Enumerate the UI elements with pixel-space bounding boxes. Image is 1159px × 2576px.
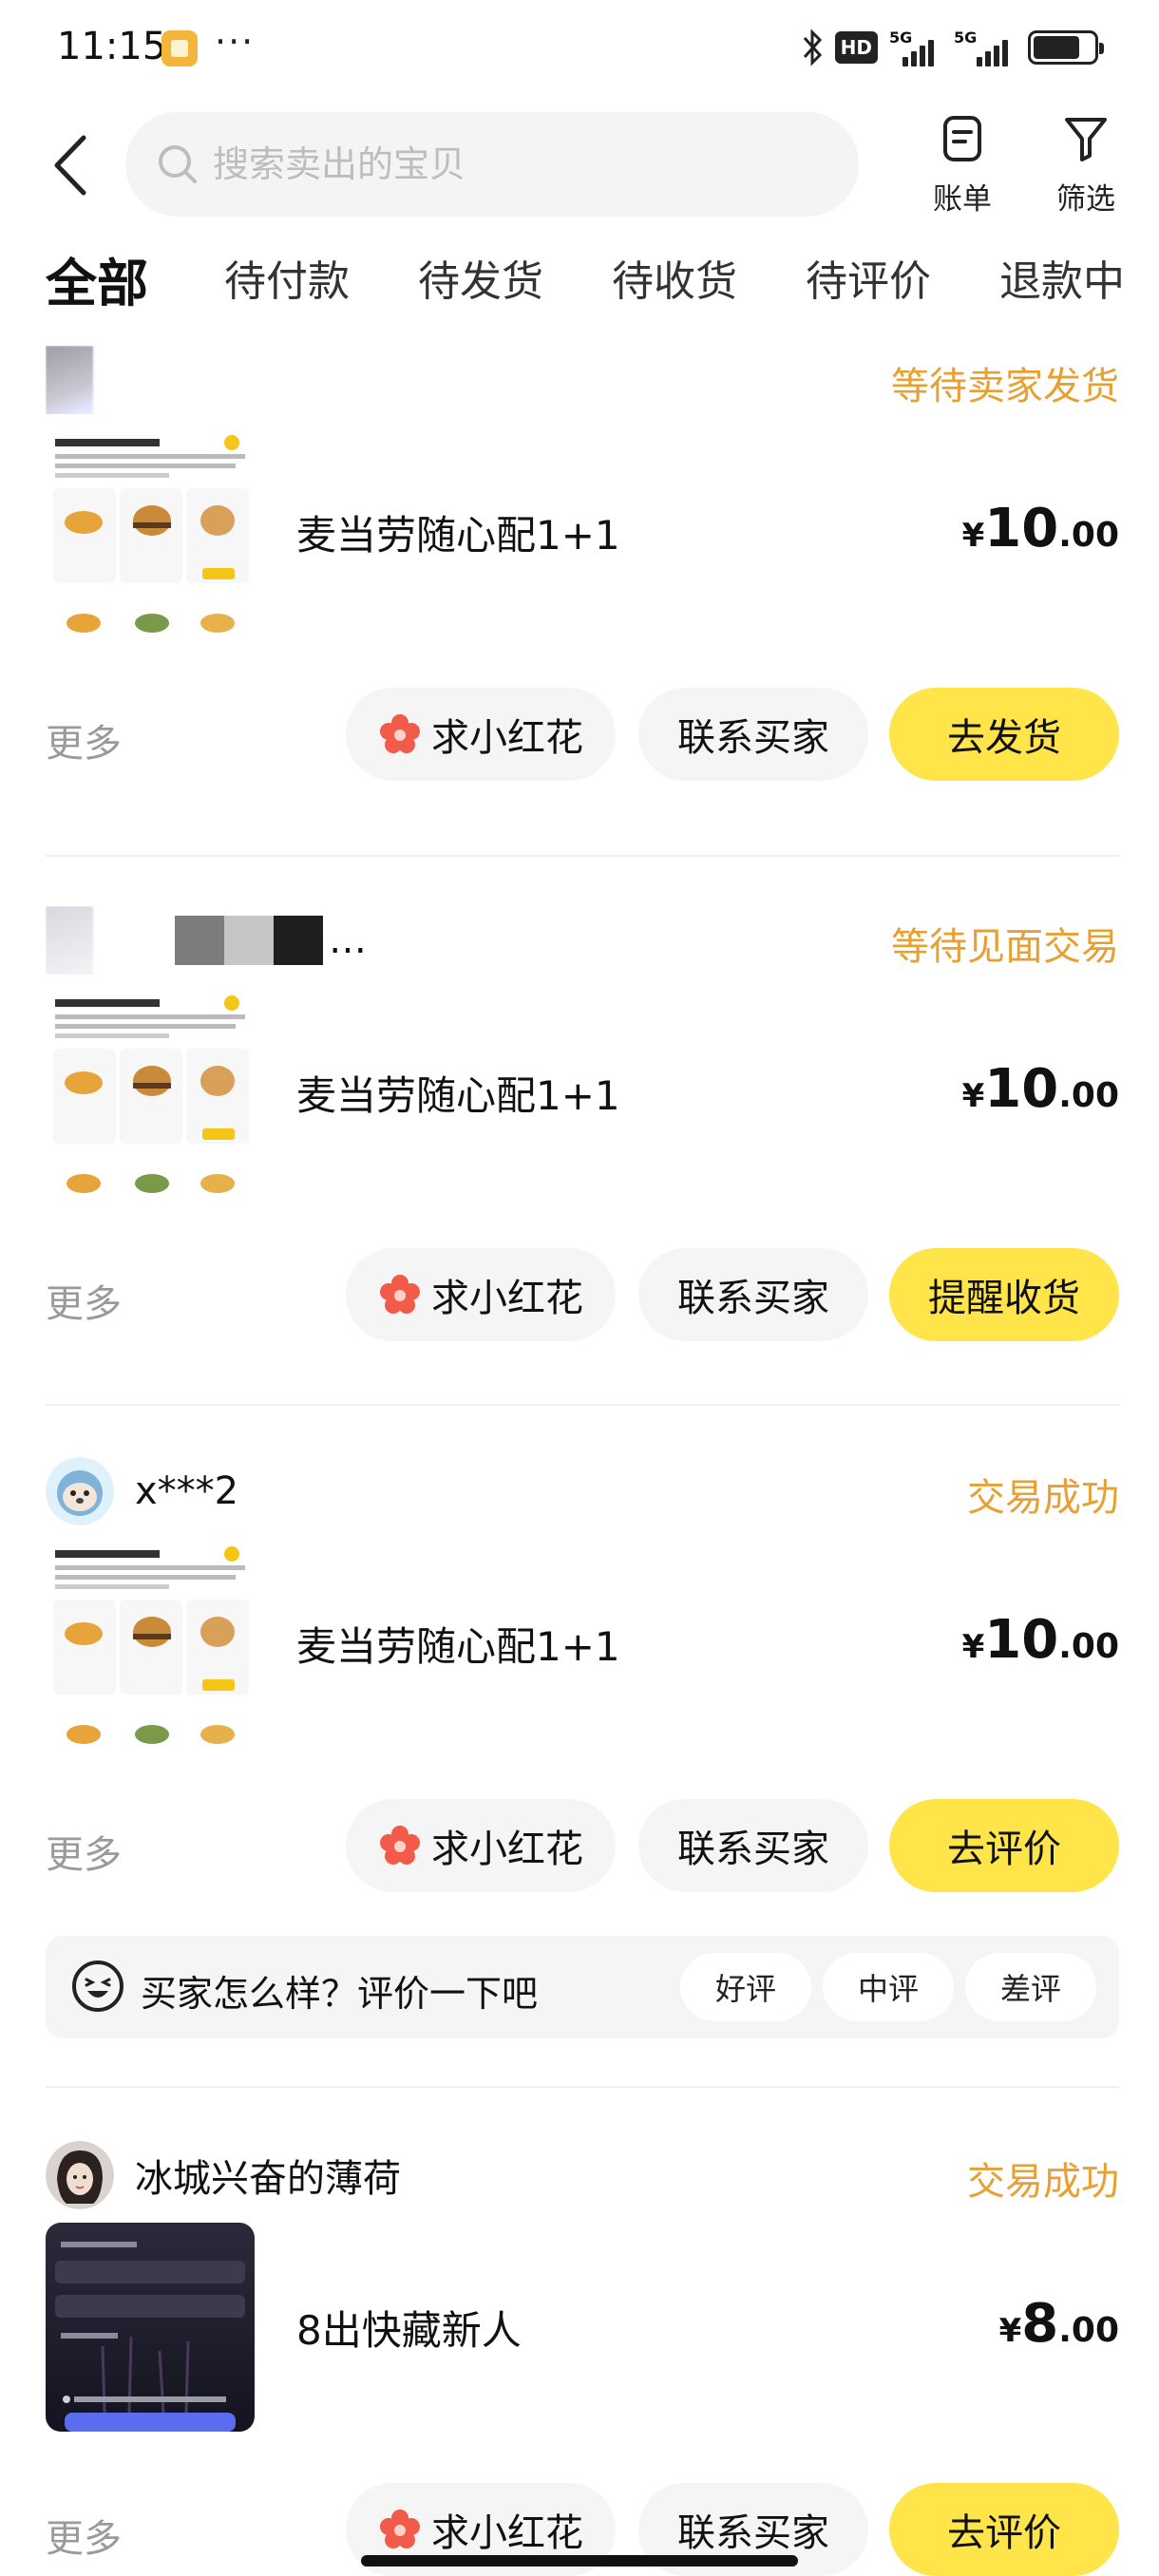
- order-item[interactable]: 8出快藏新人 ¥8.00: [46, 2213, 1119, 2441]
- product-title: 麦当劳随心配1+1: [296, 511, 620, 559]
- order-card: … 等待见面交易 麦当劳随心配1+1 ¥10.00 更多 求小红花 联系买家 提…: [46, 902, 1119, 1343]
- product-thumbnail: [46, 2223, 255, 2432]
- search-input[interactable]: [213, 143, 821, 185]
- search-box[interactable]: [125, 112, 859, 217]
- filter-label: 筛选: [1056, 182, 1115, 217]
- order-item[interactable]: 麦当劳随心配1+1 ¥10.00: [46, 978, 1119, 1206]
- ask-flower-button[interactable]: 求小红花: [346, 688, 616, 781]
- divider: [46, 2086, 1119, 2088]
- ask-flower-button[interactable]: 求小红花: [346, 1799, 616, 1892]
- hd-voice-icon: HD: [834, 31, 878, 64]
- contact-buyer-button[interactable]: 联系买家: [638, 1799, 868, 1892]
- tab-to-review[interactable]: 待评价: [806, 247, 931, 308]
- flower-icon: [380, 2510, 420, 2548]
- bluetooth-icon: [803, 28, 822, 66]
- more-button[interactable]: 更多: [46, 712, 122, 767]
- product-thumbnail: [46, 1539, 255, 1748]
- bill-button[interactable]: 账单: [910, 108, 1015, 222]
- ship-button[interactable]: 去发货: [889, 688, 1119, 781]
- buyer-name-mosaic: [175, 916, 323, 965]
- more-button[interactable]: 更多: [46, 1273, 122, 1328]
- avatar[interactable]: [46, 2141, 114, 2209]
- order-item[interactable]: 麦当劳随心配1+1 ¥10.00: [46, 1529, 1119, 1757]
- notification-app-icon: [162, 30, 198, 66]
- avatar[interactable]: [46, 346, 114, 414]
- order-card: 等待卖家发货 麦当劳随心配1+1 ¥10.00 更多 求小红花 联系买家 去发货: [46, 342, 1119, 783]
- status-tabs: 全部 待付款 待发货 待收货 待评价 退款中: [0, 232, 1159, 327]
- flower-icon: [380, 1275, 420, 1314]
- laughing-face-icon: [72, 1960, 124, 2012]
- product-price: ¥8.00: [998, 2293, 1119, 2355]
- order-card: 冰城兴奋的薄荷 交易成功 8出快藏新人 ¥8.00 更多 求小红花 联系买家 去…: [46, 2137, 1119, 2576]
- product-title: 麦当劳随心配1+1: [296, 1622, 620, 1670]
- more-notifications-icon: ···: [215, 21, 256, 63]
- review-prompt-bar: 买家怎么样？评价一下吧 好评 中评 差评: [46, 1936, 1119, 2038]
- buyer-name: x***2: [135, 1469, 239, 1513]
- signal-icon-2: 5G: [954, 28, 1016, 66]
- divider: [46, 1404, 1119, 1406]
- tab-to-receive[interactable]: 待收货: [612, 247, 737, 308]
- divider: [46, 855, 1119, 857]
- review-prompt-text: 买家怎么样？评价一下吧: [141, 1973, 539, 2015]
- tab-refunding[interactable]: 退款中: [999, 247, 1125, 308]
- filter-button[interactable]: 筛选: [1034, 108, 1138, 222]
- more-button[interactable]: 更多: [46, 1824, 122, 1879]
- order-card: x***2 交易成功 麦当劳随心配1+1 ¥10.00 更多 求小红花 联系买家…: [46, 1453, 1119, 1894]
- neutral-review-chip[interactable]: 中评: [823, 1953, 954, 2021]
- status-bar: 11:15 ··· HD 5G 5G: [0, 0, 1159, 99]
- contact-buyer-button[interactable]: 联系买家: [638, 1248, 868, 1341]
- bill-label: 账单: [933, 182, 992, 217]
- bad-review-chip[interactable]: 差评: [965, 1953, 1096, 2021]
- contact-buyer-button[interactable]: 联系买家: [638, 688, 868, 781]
- ask-flower-button[interactable]: 求小红花: [346, 1248, 616, 1341]
- header: 账单 筛选: [0, 99, 1159, 232]
- back-button[interactable]: [42, 127, 99, 203]
- signal-icon-1: 5G: [889, 28, 942, 66]
- product-price: ¥10.00: [961, 1058, 1119, 1120]
- buyer-name: 冰城兴奋的薄荷: [135, 2157, 401, 2201]
- buyer-name: …: [329, 919, 367, 962]
- battery-icon: [1028, 30, 1104, 65]
- order-status: 等待见面交易: [891, 925, 1119, 969]
- product-title: 麦当劳随心配1+1: [296, 1071, 620, 1119]
- order-status: 交易成功: [967, 2160, 1119, 2204]
- chevron-left-icon: [54, 135, 86, 196]
- status-time: 11:15: [57, 25, 167, 68]
- flower-icon: [380, 1826, 420, 1865]
- order-status: 等待卖家发货: [891, 365, 1119, 408]
- review-button[interactable]: 去评价: [889, 2483, 1119, 2576]
- order-status: 交易成功: [967, 1476, 1119, 1520]
- avatar[interactable]: [46, 1457, 114, 1525]
- tab-all[interactable]: 全部: [42, 241, 152, 316]
- product-title: 8出快藏新人: [296, 2306, 522, 2354]
- tab-to-ship[interactable]: 待发货: [418, 247, 543, 308]
- bill-icon: [943, 116, 981, 161]
- product-thumbnail: [46, 427, 255, 636]
- order-item[interactable]: 麦当劳随心配1+1 ¥10.00: [46, 418, 1119, 646]
- remind-receipt-button[interactable]: 提醒收货: [889, 1248, 1119, 1341]
- more-button[interactable]: 更多: [46, 2508, 122, 2563]
- search-icon: [159, 145, 197, 183]
- home-indicator[interactable]: [361, 2555, 798, 2567]
- good-review-chip[interactable]: 好评: [680, 1953, 811, 2021]
- filter-icon: [1065, 118, 1107, 161]
- avatar[interactable]: [46, 906, 114, 975]
- product-price: ¥10.00: [961, 1609, 1119, 1671]
- tab-pending-payment[interactable]: 待付款: [224, 247, 350, 308]
- flower-icon: [380, 714, 420, 753]
- product-thumbnail: [46, 988, 255, 1197]
- review-button[interactable]: 去评价: [889, 1799, 1119, 1892]
- product-price: ¥10.00: [961, 498, 1119, 559]
